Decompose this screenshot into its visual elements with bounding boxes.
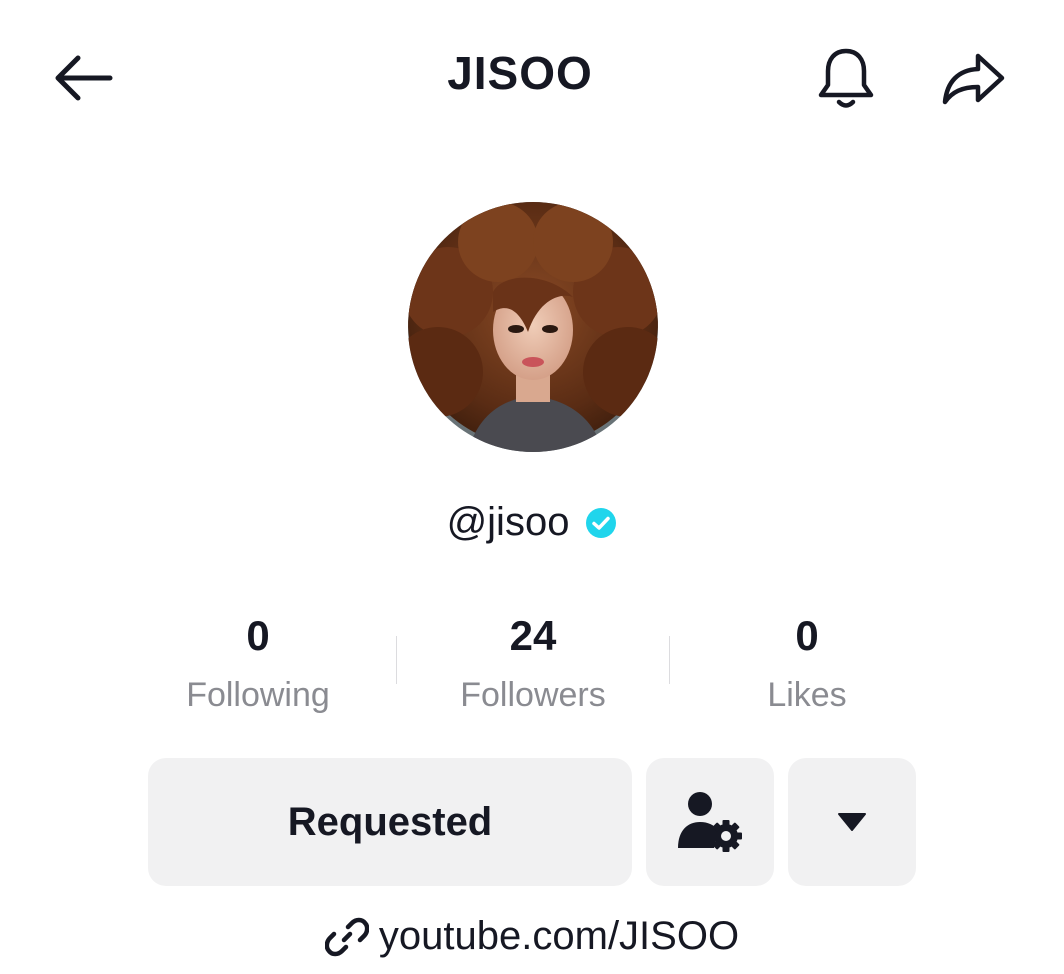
more-dropdown-button[interactable] [788, 758, 916, 886]
username-row: @jisoo [0, 500, 1064, 545]
bio-link-text: youtube.com/JISOO [378, 914, 740, 958]
stat-following-label: Following [186, 676, 330, 714]
stat-followers-label: Followers [460, 676, 606, 714]
caret-down-icon [838, 813, 866, 831]
page-title: JISOO [447, 47, 593, 99]
stat-likes[interactable]: 0 Likes [677, 608, 937, 720]
verified-badge-icon [586, 507, 617, 538]
bio-link[interactable]: youtube.com/JISOO [0, 914, 1064, 959]
stat-likes-value: 0 [795, 612, 819, 659]
stat-followers[interactable]: 24 Followers [403, 608, 663, 720]
share-icon [942, 53, 1005, 105]
requested-button[interactable]: Requested [148, 758, 632, 886]
notification-bell-button[interactable] [808, 40, 884, 116]
bell-icon [818, 48, 874, 108]
username: @jisoo [446, 500, 570, 544]
stat-likes-label: Likes [767, 676, 847, 714]
stat-divider [396, 636, 397, 684]
stat-divider [669, 636, 670, 684]
stat-following-value: 0 [246, 612, 270, 659]
friend-settings-button[interactable] [646, 758, 774, 886]
profile-avatar[interactable] [408, 202, 658, 452]
user-settings-icon [678, 792, 742, 852]
share-button[interactable] [930, 40, 1016, 116]
stat-following[interactable]: 0 Following [128, 608, 388, 720]
link-icon [324, 917, 369, 956]
stat-followers-value: 24 [509, 612, 557, 659]
avatar-photo [408, 202, 658, 452]
